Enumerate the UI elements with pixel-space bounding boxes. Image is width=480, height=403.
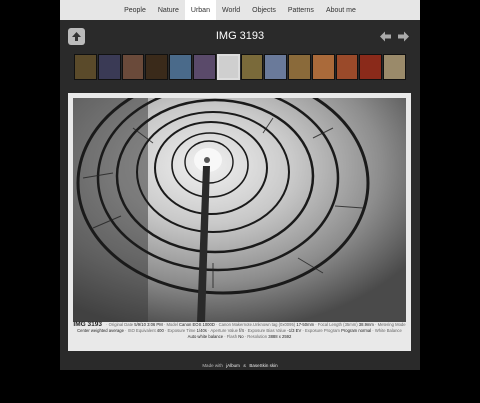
meta-value: 400	[156, 328, 164, 333]
meta-value: Auto white balance	[187, 334, 224, 339]
meta-label: Original Date	[108, 322, 134, 327]
thumbnail[interactable]	[97, 54, 121, 80]
meta-label: Focal Length (35mm)	[317, 322, 358, 327]
meta-label: Flash	[226, 334, 238, 339]
footer-made-with: Made with	[202, 363, 223, 368]
meta-label: Resolution	[247, 334, 268, 339]
main-photo[interactable]	[73, 98, 406, 322]
photo-caption: IMG 3193 · Original Date 5/9/10 3:06 PM …	[73, 321, 406, 339]
nav-item-people[interactable]: People	[118, 0, 152, 20]
nav-item-world[interactable]: World	[216, 0, 246, 20]
meta-label: Canon Makernote.Unknown tag (0x0095)	[218, 322, 296, 327]
top-nav: People Nature Urban World Objects Patterns Abo…	[60, 0, 420, 20]
thumbnail[interactable]	[74, 54, 97, 80]
meta-label: White Balance	[374, 328, 402, 333]
page: People Nature Urban World Objects Patterns Abo…	[60, 0, 420, 370]
meta-label: ISO Equivalent	[127, 328, 156, 333]
thumbnail[interactable]	[240, 54, 264, 80]
thumbnail-strip	[74, 54, 406, 80]
thumbnail[interactable]	[145, 54, 169, 80]
thumbnail[interactable]	[288, 54, 311, 80]
footer-link-jalbum[interactable]: jAlbum	[226, 363, 240, 368]
thumbnail[interactable]	[335, 54, 359, 80]
meta-value: 17-50mm	[296, 322, 315, 327]
meta-label: Aperture Value	[210, 328, 238, 333]
meta-value: No	[238, 334, 244, 339]
nav-item-nature[interactable]: Nature	[152, 0, 185, 20]
nav-item-patterns[interactable]: Patterns	[282, 0, 320, 20]
meta-value: 3888 x 2592	[268, 334, 292, 339]
thumbnail[interactable]	[169, 54, 192, 80]
meta-value: 1/40s	[196, 328, 207, 333]
meta-label: Metering Mode	[377, 322, 406, 327]
image-title: IMG 3193	[215, 30, 265, 42]
meta-value: 5/9/10 3:06 PM	[134, 322, 163, 327]
photo-frame: IMG 3193 · Original Date 5/9/10 3:06 PM …	[68, 93, 411, 351]
meta-label: Model	[166, 322, 178, 327]
thumbnail[interactable]	[192, 54, 216, 80]
meta-value: Program normal	[341, 328, 372, 333]
meta-value: Center weighted average	[77, 328, 124, 333]
meta-value: f/4	[239, 328, 244, 333]
thumbnail[interactable]	[359, 54, 383, 80]
thumbnail[interactable]	[121, 54, 145, 80]
right-arrow-icon[interactable]	[396, 29, 410, 43]
meta-label: Exposure Time	[167, 328, 196, 333]
meta-value: -1/3 EV	[287, 328, 302, 333]
thumbnail[interactable]	[216, 54, 240, 80]
meta-label: Exposure Bias Value	[247, 328, 287, 333]
header: IMG 3193	[60, 20, 420, 54]
thumbnail[interactable]	[311, 54, 335, 80]
nav-item-objects[interactable]: Objects	[246, 0, 282, 20]
left-arrow-icon[interactable]	[378, 29, 392, 43]
thumbnail[interactable]	[264, 54, 288, 80]
footer-amp: &	[243, 363, 247, 368]
nav-item-urban[interactable]: Urban	[184, 0, 216, 20]
footer: Made with jAlbum & BaseSkin skin	[60, 363, 420, 368]
meta-value: 38.9mm	[358, 322, 374, 327]
footer-link-skin[interactable]: BaseSkin skin	[249, 363, 277, 368]
caption-title: IMG 3193	[73, 321, 102, 328]
meta-label: Exposure Program	[305, 328, 340, 333]
meta-value: Canon EOS 1000D	[179, 322, 215, 327]
nav-item-about-me[interactable]: About me	[320, 0, 362, 20]
thumbnail[interactable]	[383, 54, 406, 80]
